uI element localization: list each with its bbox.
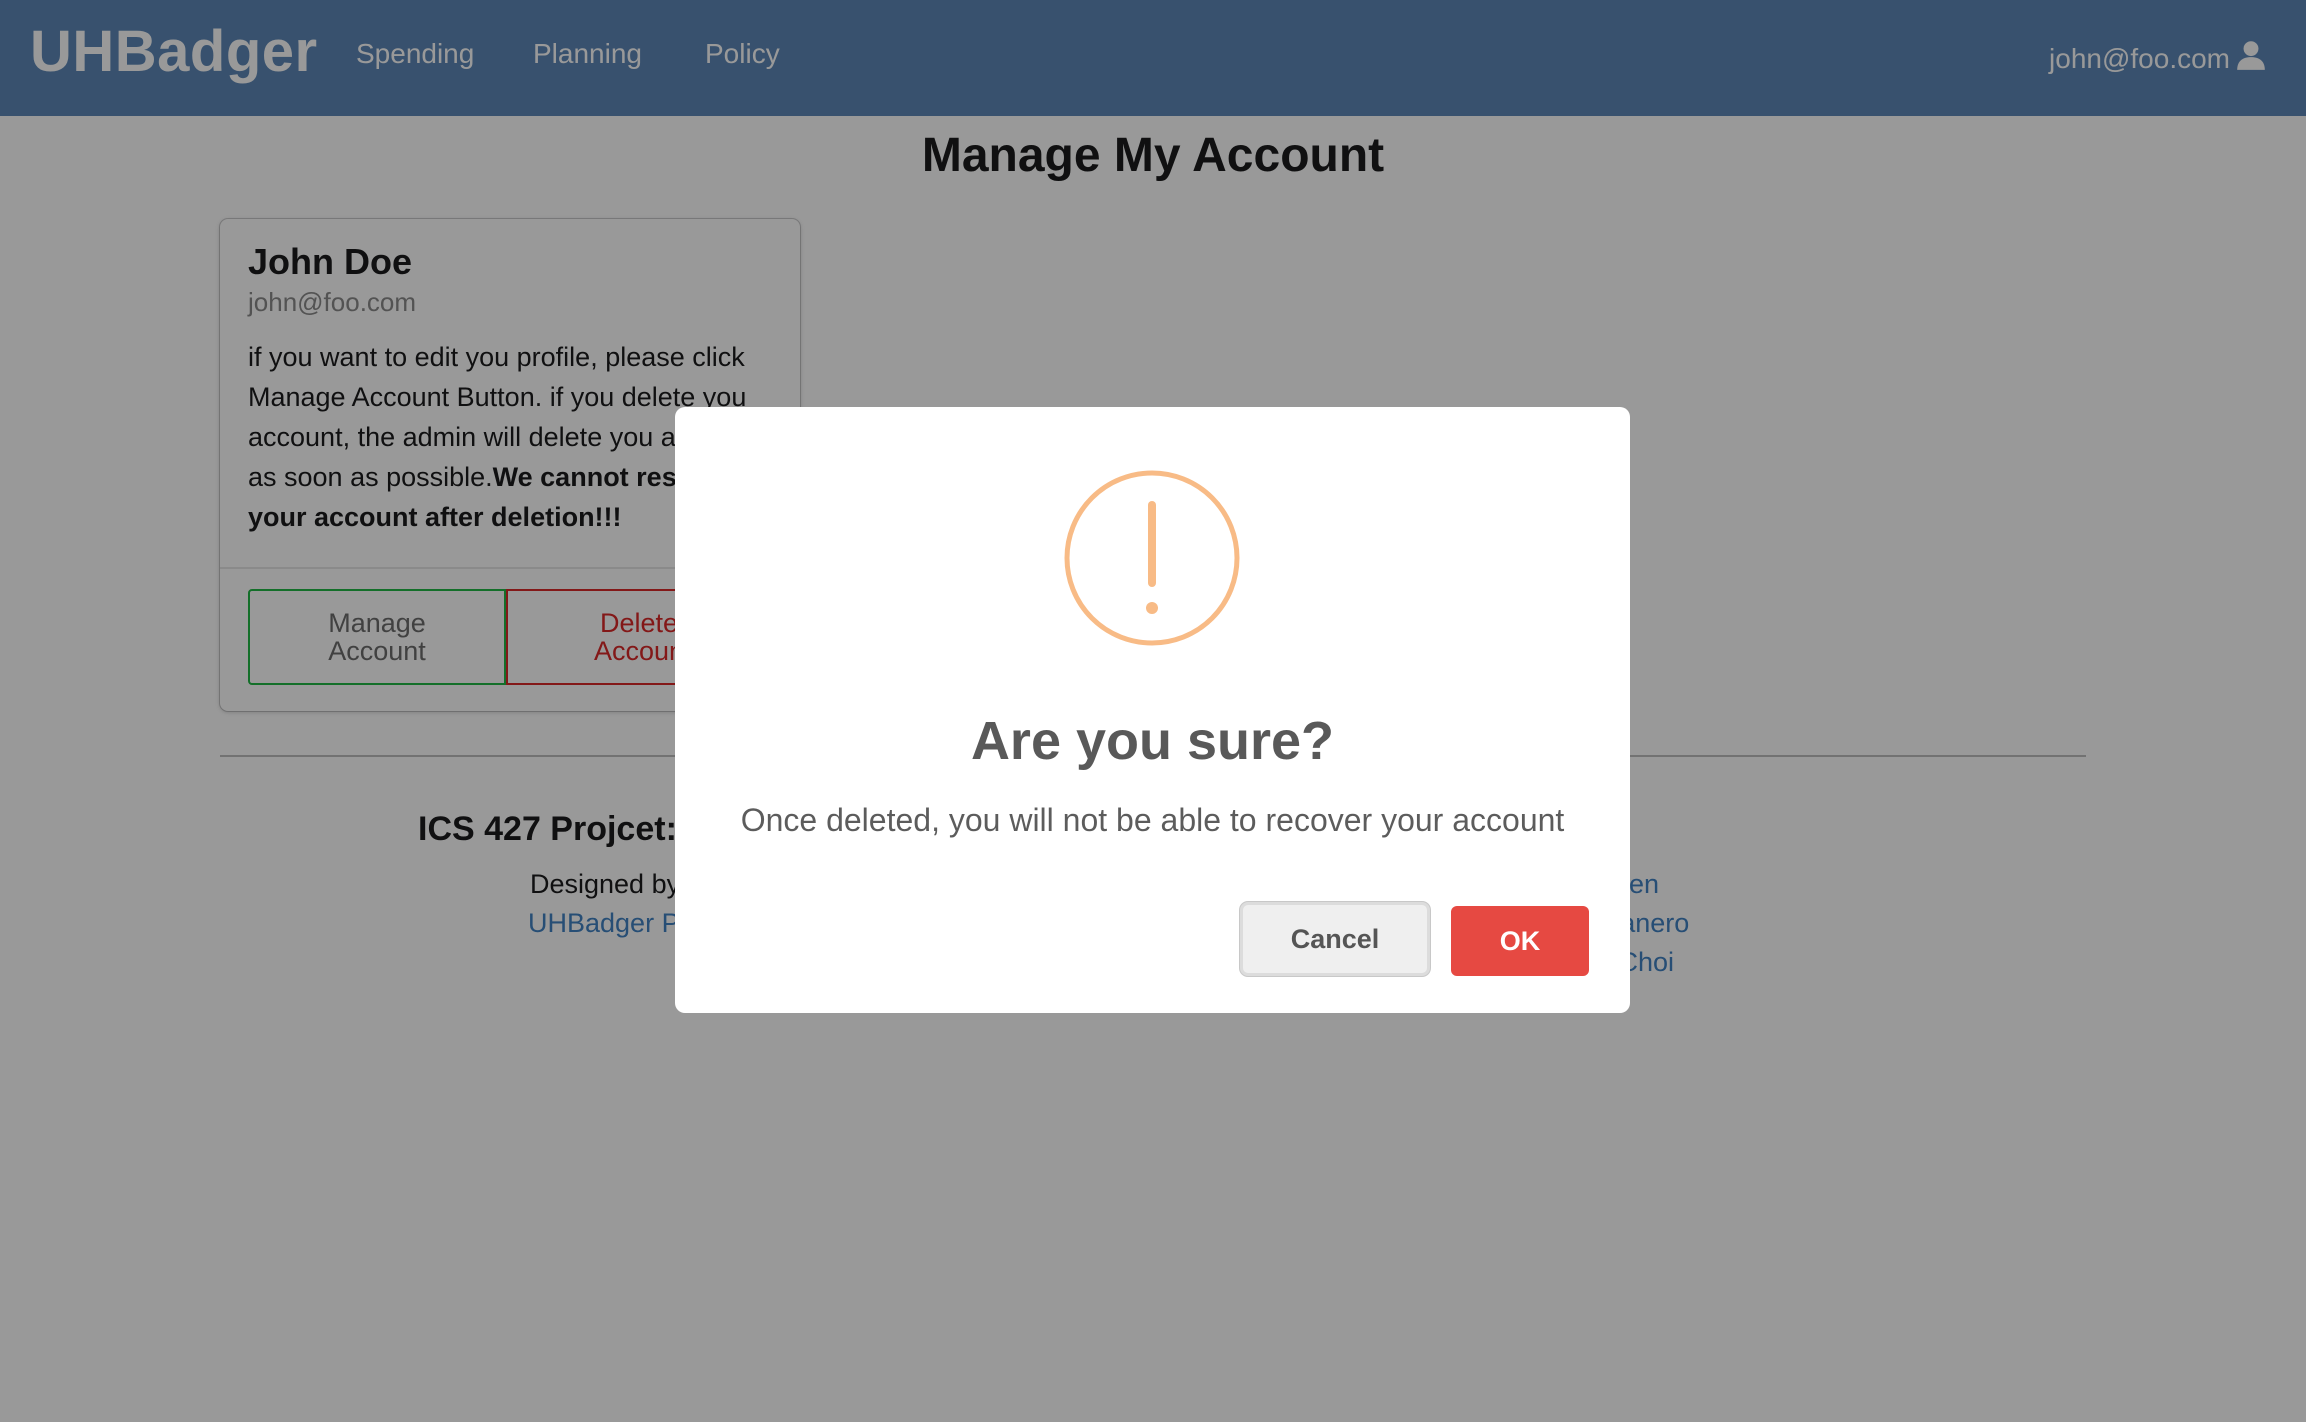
warning-exclamation-icon [1063, 469, 1241, 647]
dialog-message: Once deleted, you will not be able to re… [740, 802, 1565, 838]
cancel-button[interactable]: Cancel [1240, 902, 1430, 976]
dialog-title: Are you sure? [970, 711, 1335, 771]
ok-button[interactable]: OK [1451, 906, 1589, 976]
confirm-delete-dialog: Are you sure? Once deleted, you will not… [675, 407, 1630, 1013]
